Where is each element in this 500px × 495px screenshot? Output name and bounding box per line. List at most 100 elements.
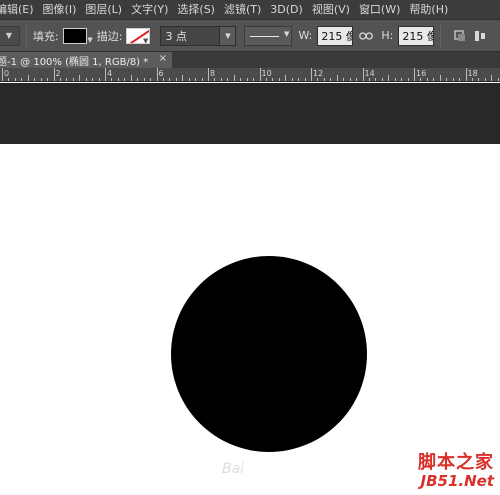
menu-filter[interactable]: 滤镜(T) (224, 0, 270, 19)
chevron-down-icon: ▼ (87, 35, 93, 44)
ellipse-shape[interactable] (171, 256, 367, 452)
document-tab-title: 题-1 @ 100% (椭圆 1, RGB/8) * (0, 56, 149, 68)
ruler-tick (59, 78, 61, 81)
ruler-label: 4 (107, 69, 113, 78)
menu-window[interactable]: 窗口(W) (359, 0, 409, 19)
chevron-down-icon: ▼ (143, 36, 149, 44)
ruler-tick (150, 78, 152, 81)
width-input[interactable]: 215 像素 (317, 25, 354, 46)
stroke-type-dropdown[interactable]: ▼ (244, 25, 293, 46)
ruler-tick (220, 78, 222, 81)
ruler-tick (169, 78, 171, 81)
fill-color-swatch[interactable]: ▼ (62, 27, 93, 44)
ruler-tick (336, 75, 338, 81)
menu-help[interactable]: 帮助(H) (409, 0, 457, 19)
menu-image[interactable]: 图像(I) (43, 0, 86, 19)
ruler-tick (272, 78, 274, 81)
ruler-tick (311, 68, 312, 81)
path-operations-icon[interactable] (453, 29, 467, 43)
menu-layer[interactable]: 图层(L) (85, 0, 131, 19)
ruler-tick (298, 78, 300, 81)
ruler-tick (381, 78, 383, 81)
document-tab-bar: 题-1 @ 100% (椭圆 1, RGB/8) * × (0, 52, 500, 68)
ruler-label: 16 (416, 69, 427, 78)
ruler-tick (368, 78, 370, 81)
ruler-label: 0 (4, 69, 10, 78)
ruler-tick (465, 68, 467, 81)
tool-mode-dropdown[interactable]: ▼ (0, 25, 20, 46)
stroke-color-swatch[interactable]: ▼ (126, 27, 151, 44)
ruler-tick (156, 68, 158, 81)
ruler-tick (401, 78, 403, 81)
ruler-tick (182, 75, 184, 81)
ruler-label: 8 (210, 69, 216, 78)
ruler-label: 6 (158, 69, 164, 78)
ruler-tick (253, 78, 255, 81)
ruler-tick (317, 78, 319, 81)
baidu-watermark: Bai (222, 461, 245, 477)
ruler-tick (240, 78, 242, 81)
ruler-tick (407, 78, 409, 81)
ruler-tick (201, 78, 203, 81)
ruler-tick (362, 68, 364, 81)
ruler-tick (459, 78, 461, 81)
ruler-tick (53, 68, 55, 81)
options-separator (26, 24, 27, 47)
ruler-tick (72, 78, 74, 81)
ruler-tick (349, 78, 351, 81)
ruler-tick (484, 78, 486, 81)
options-separator (440, 24, 442, 47)
ruler-label: 2 (55, 69, 61, 78)
chevron-down-icon: ▼ (284, 29, 290, 38)
ruler-tick (137, 78, 139, 81)
ruler-tick (79, 75, 81, 81)
ruler-tick (85, 78, 87, 81)
menu-type[interactable]: 文字(Y) (131, 0, 177, 19)
horizontal-ruler[interactable]: 0 2 4 6 8 10 12 14 16 18 (0, 68, 500, 82)
watermark-en: JB51.Net (420, 472, 494, 490)
ruler-tick (375, 78, 377, 81)
menu-bar: 编辑(E) 图像(I) 图层(L) 文字(Y) 选择(S) 滤镜(T) 3D(D… (0, 0, 500, 19)
ruler-label: 18 (467, 69, 478, 78)
ruler-tick (14, 78, 16, 81)
height-input[interactable]: 215 像素 (398, 25, 435, 46)
ruler-tick (195, 78, 197, 81)
ruler-tick (162, 78, 164, 81)
menu-edit[interactable]: 编辑(E) (0, 0, 43, 19)
watermark-cn: 脚本之家 (418, 452, 494, 473)
ruler-tick (227, 78, 229, 81)
stroke-label: 描边: (96, 29, 123, 43)
menu-view[interactable]: 视图(V) (312, 0, 359, 19)
ruler-tick (92, 78, 94, 81)
menu-3d[interactable]: 3D(D) (270, 0, 312, 19)
ruler-label: 10 (261, 69, 272, 78)
ruler-tick (414, 68, 415, 81)
ruler-tick (433, 78, 435, 81)
ruler-label: 12 (313, 69, 324, 78)
ruler-tick (208, 68, 209, 81)
ruler-tick (98, 78, 100, 81)
ruler-tick (491, 75, 493, 81)
ruler-tick (124, 78, 126, 81)
link-icon[interactable] (359, 29, 374, 43)
close-icon[interactable]: × (159, 53, 167, 64)
options-bar: ▼ 填充: ▼ 描边: ▼ 3 点 ▼ ▼ W: 215 像素 H: 215 像… (0, 19, 500, 52)
ruler-tick (66, 78, 68, 81)
menu-select[interactable]: 选择(S) (177, 0, 224, 19)
canvas[interactable]: Bai 脚本之家 JB51.Net (0, 144, 500, 495)
ruler-tick (343, 78, 345, 81)
ruler-tick (265, 78, 267, 81)
ruler-tick (143, 78, 145, 81)
stroke-width-field[interactable]: 3 点 ▼ (160, 25, 237, 46)
ruler-tick (471, 78, 473, 81)
ruler-tick (40, 78, 42, 81)
ruler-tick (34, 78, 36, 81)
path-alignment-icon[interactable] (473, 29, 487, 43)
ruler-tick (214, 78, 216, 81)
ruler-tick (452, 78, 454, 81)
stroke-width-value: 3 点 (165, 29, 187, 43)
ruler-tick (27, 75, 29, 81)
ruler-tick (304, 78, 306, 81)
document-tab[interactable]: 题-1 @ 100% (椭圆 1, RGB/8) * × (0, 52, 172, 68)
chevron-down-icon[interactable]: ▼ (219, 26, 236, 45)
